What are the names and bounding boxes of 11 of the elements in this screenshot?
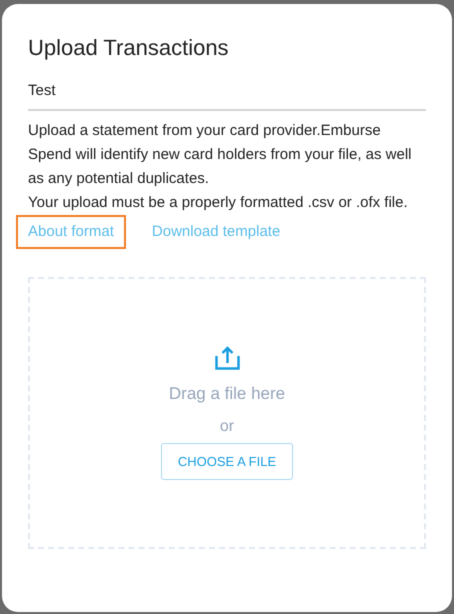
- link[interactable]: About format: [16, 214, 126, 249]
- choose-file-button[interactable]: CHOOSE A FILE: [160, 442, 294, 480]
- name-field[interactable]: Test: [28, 80, 426, 110]
- dialog-title: Upload Transactions: [28, 34, 230, 62]
- link[interactable]: Download template: [140, 214, 292, 249]
- upload-icon: [214, 346, 240, 372]
- description-text: Your upload must be a properly formatted .csv or .ofx file.: [28, 192, 409, 212]
- drag-prompt: Drag a file here: [168, 383, 286, 406]
- description-text: Upload a statement from your card provider.Emburse Spend will identify new card holders from your file, as well as any potential duplicates.: [28, 120, 412, 188]
- or-label: or: [220, 416, 234, 437]
- drop-zone[interactable]: Drag a file here or CHOOSE A FILE: [28, 277, 426, 549]
